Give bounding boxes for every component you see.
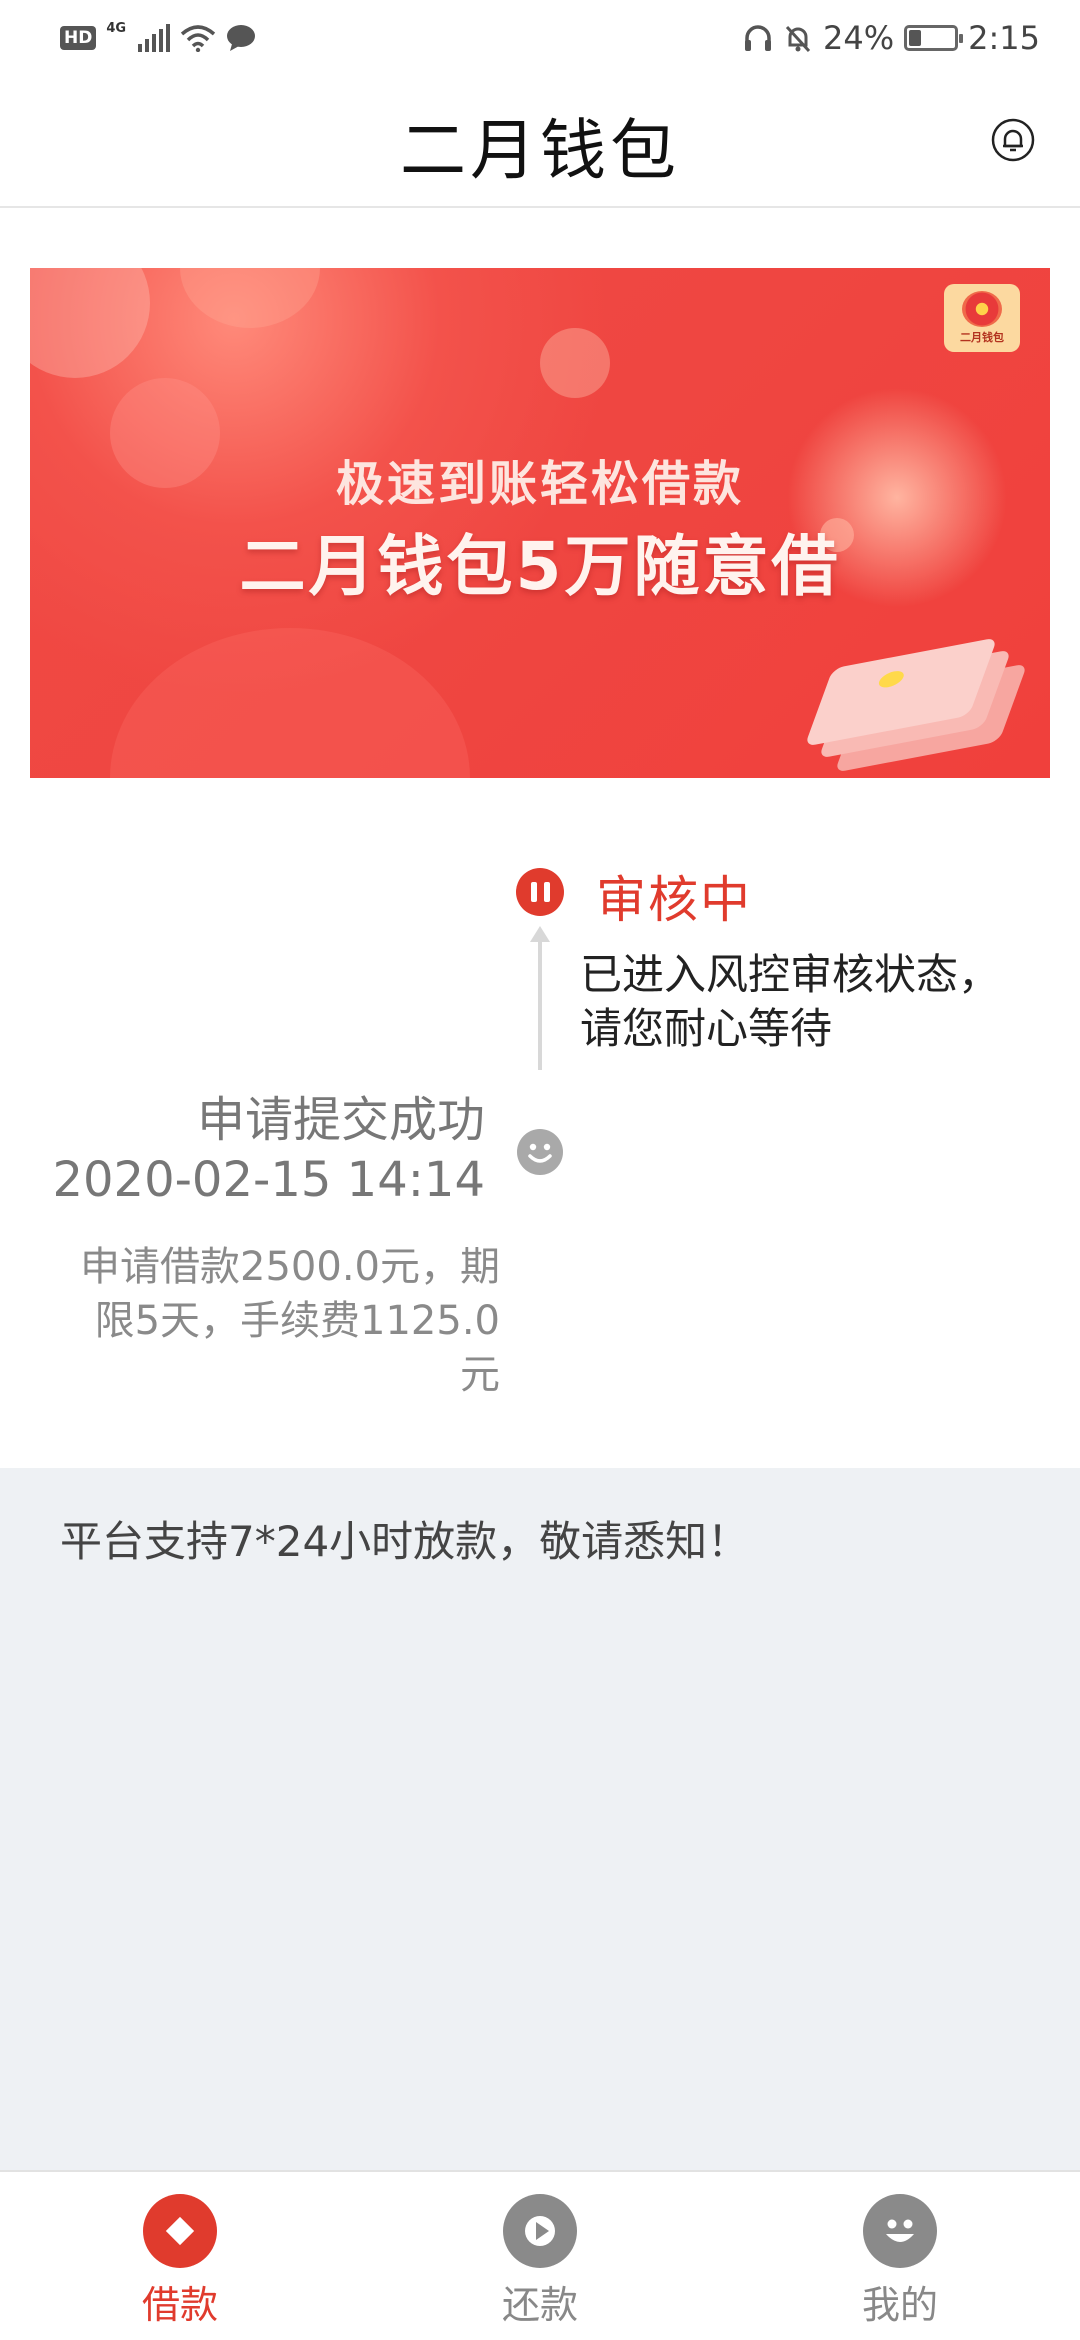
red-envelope-illustration <box>804 637 1028 773</box>
tab-mine[interactable]: 我的 <box>720 2172 1080 2340</box>
loan-detail-line3: 元 <box>460 1352 500 1398</box>
tab-repay[interactable]: 还款 <box>360 2172 720 2340</box>
app-logo: 二月钱包 <box>944 284 1020 352</box>
submit-time: 2020-02-15 14:14 <box>52 1152 485 1208</box>
review-description: 已进入风控审核状态， 请您耐心等待 <box>580 948 1050 1056</box>
tab-mine-label: 我的 <box>861 2283 938 2327</box>
pause-status-icon <box>516 868 564 916</box>
tab-borrow-label: 借款 <box>141 2283 218 2327</box>
diamond-icon <box>143 2194 217 2268</box>
flower-logo-icon <box>962 291 1002 327</box>
notice-text: 平台支持7*24小时放款，敬请悉知！ <box>60 1517 750 1566</box>
banner-headline: 二月钱包5万随意借 <box>239 528 841 605</box>
submit-title: 申请提交成功 <box>196 1092 485 1148</box>
review-status: 审核中 <box>596 871 752 929</box>
timeline-arrow <box>530 926 550 1070</box>
logo-text: 二月钱包 <box>960 331 1004 344</box>
status-left-icons: HD 4G <box>60 21 256 52</box>
loan-detail-line2: 限5天，手续费1125.0 <box>94 1298 500 1344</box>
promo-banner[interactable]: 二月钱包 极速到账轻松借款 二月钱包5万随意借 <box>30 268 1050 778</box>
clock: 2:15 <box>968 18 1040 57</box>
smiley-icon <box>863 2194 937 2268</box>
wifi-icon <box>180 24 216 52</box>
submit-info: 申请提交成功 2020-02-15 14:14 <box>20 1090 485 1210</box>
status-right-icons: 24% 2:15 <box>743 19 1040 57</box>
battery-fill <box>909 29 921 46</box>
message-icon <box>227 24 256 51</box>
bell-icon <box>991 118 1035 162</box>
banner-slogan: 极速到账轻松借款 <box>335 456 744 512</box>
status-bar: HD 4G 24% 2:15 <box>0 0 1080 75</box>
bottom-tab-bar: 借款 还款 我的 <box>0 2170 1080 2340</box>
review-desc-line1: 已进入风控审核状态， <box>580 950 1001 999</box>
headphones-icon <box>745 24 772 51</box>
smile-status-icon <box>517 1129 563 1175</box>
battery-percent: 24% <box>823 18 895 57</box>
page-title: 二月钱包 <box>400 112 680 189</box>
signal-icon <box>138 23 171 52</box>
network-type: 4G <box>106 21 127 36</box>
mute-bell-icon <box>785 25 811 52</box>
notice-area: 平台支持7*24小时放款，敬请悉知！ <box>0 1468 1080 2170</box>
notification-button[interactable] <box>990 117 1036 163</box>
review-desc-line2: 请您耐心等待 <box>580 1004 833 1053</box>
tab-repay-label: 还款 <box>501 2283 578 2327</box>
tab-borrow[interactable]: 借款 <box>0 2172 360 2340</box>
battery-icon <box>904 24 964 51</box>
loan-detail: 申请借款2500.0元，期 限5天，手续费1125.0 元 <box>20 1240 500 1402</box>
play-icon <box>503 2194 577 2268</box>
app-header: 二月钱包 <box>0 75 1080 208</box>
hd-badge: HD <box>60 25 97 50</box>
loan-detail-line1: 申请借款2500.0元，期 <box>80 1244 500 1290</box>
